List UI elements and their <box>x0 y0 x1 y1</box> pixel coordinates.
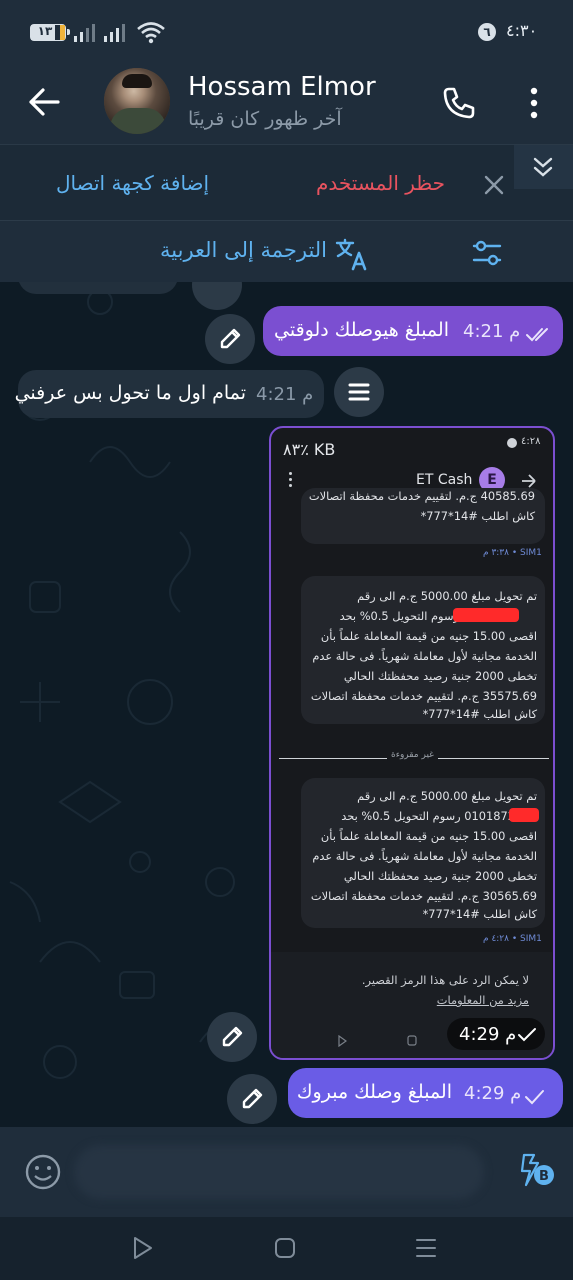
message-bubble-partial <box>18 282 178 294</box>
phone-icon[interactable] <box>442 86 476 120</box>
message-menu-button[interactable] <box>334 367 384 417</box>
emoji-icon[interactable] <box>24 1153 62 1191</box>
sms-line: الخدمة مجانية لأول معاملة شهرياً. فى حال… <box>312 849 537 863</box>
sms-line: كاش اطلب #14*777* <box>420 509 535 523</box>
sms-line: كاش اطلب #14*777* <box>422 707 537 721</box>
chevron-double-down-icon <box>533 157 553 177</box>
pencil-icon <box>222 1026 243 1047</box>
shot-nav-back-icon <box>338 1035 347 1047</box>
shot-status-time: ٤:٢٨ <box>521 436 541 447</box>
message-bubble-outgoing[interactable]: المبلغ وصلك مبروك 4:29 م <box>288 1068 563 1118</box>
sms-line: كاش اطلب #14*777* <box>422 907 537 921</box>
sms-line: تخطى 2000 جنية رصيد محفظتك الحالي <box>343 869 537 883</box>
message-text: تمام اول ما تحول بس عرفني <box>14 382 246 404</box>
translate-label[interactable]: الترجمة إلى العربية <box>160 238 327 262</box>
recents-icon[interactable] <box>414 1236 438 1260</box>
sms-line: اقصى 15.00 جنيه من قيمة المعاملة علماً ب… <box>320 629 537 643</box>
wifi-icon <box>137 22 165 44</box>
menu-lines-icon <box>348 383 370 401</box>
image-time-pill: 4:29 م <box>447 1018 545 1050</box>
shot-sms-card: تم تحويل مبلغ 5000.00 ج.م الى رقم 010187… <box>301 778 545 928</box>
avatar[interactable] <box>104 68 170 134</box>
sms-line: 0101872 رسوم التحويل 0.5% بحد <box>341 809 515 823</box>
close-icon[interactable] <box>484 175 504 195</box>
shot-footer-link: مزيد من المعلومات <box>436 993 529 1007</box>
shot-status-dot <box>507 438 517 448</box>
last-seen-status: آخر ظهور كان قريبًا <box>188 108 342 130</box>
shot-sms-card: تم تحويل مبلغ 5000.00 ج.م الى رقم رسوم ا… <box>301 576 545 724</box>
sms-line: تم تحويل مبلغ 5000.00 ج.م الى رقم <box>357 789 537 803</box>
more-vertical-icon[interactable] <box>527 86 541 120</box>
pencil-icon <box>242 1088 263 1109</box>
translate-icon <box>335 238 367 271</box>
sms-line: تم تحويل مبلغ 5000.00 ج.م الى رقم <box>357 589 537 603</box>
home-square-icon[interactable] <box>273 1236 297 1260</box>
shot-sms-card-top: 40585.69 ج.م. لتقييم خدمات محفظة اتصالات… <box>301 488 545 544</box>
bot-icon[interactable]: B <box>516 1149 558 1191</box>
shot-nav-home-icon <box>407 1035 417 1046</box>
check-icon <box>518 1028 536 1042</box>
redaction <box>453 608 519 622</box>
translate-bar[interactable]: الترجمة إلى العربية <box>0 220 573 283</box>
system-nav-bar <box>0 1217 573 1280</box>
clock: ٤:٣٠ <box>506 21 538 40</box>
message-time: 4:21 م <box>256 384 314 405</box>
sms-line: رسوم التحويل 0.5% بحد <box>339 609 459 623</box>
battery-icon: ١٣ <box>30 24 70 41</box>
message-time: 4:21 م <box>463 321 521 342</box>
sms-line: الخدمة مجانية لأول معاملة شهرياً. فى حال… <box>312 649 537 663</box>
collapse-button[interactable] <box>514 145 573 189</box>
check-icon <box>525 1090 544 1105</box>
message-input-bar: B <box>0 1127 573 1217</box>
message-time: 4:29 م <box>464 1083 522 1104</box>
shot-status-left: ٨٣٪ KB <box>283 440 336 459</box>
edit-button[interactable] <box>227 1074 277 1124</box>
sms-line: اقصى 15.00 جنيه من قيمة المعاملة علماً ب… <box>320 829 537 843</box>
shot-more-icon <box>289 472 293 488</box>
sms-line: تخطى 2000 جنية رصيد محفظتك الحالي <box>343 669 537 683</box>
pencil-icon <box>220 328 241 349</box>
shot-sim-label: ٣:٣٨ م • SIM1 <box>483 548 542 558</box>
svg-text:B: B <box>539 1169 549 1184</box>
shot-footer-text: لا يمكن الرد على هذا الرمز القصير. <box>361 973 529 987</box>
shot-sim-label: ٤:٢٨ م • SIM1 <box>483 934 542 944</box>
signal-icon <box>74 24 125 42</box>
contact-action-bar: إضافة كجهة اتصال حظر المستخدم <box>0 144 573 221</box>
image-time: 4:29 م <box>459 1024 517 1045</box>
chat-header: Hossam Elmor آخر ظهور كان قريبًا <box>0 62 573 144</box>
block-user-button[interactable]: حظر المستخدم <box>316 171 445 195</box>
message-bubble-incoming[interactable]: تمام اول ما تحول بس عرفني 4:21 م <box>14 370 324 418</box>
back-triangle-icon[interactable] <box>132 1236 154 1260</box>
double-check-icon <box>526 328 548 342</box>
status-bar: ١٣ ٦ ٤:٣٠ <box>0 0 573 62</box>
back-arrow-icon[interactable] <box>28 88 60 116</box>
battery-level: ١٣ <box>37 24 53 38</box>
message-text: المبلغ وصلك مبروك <box>296 1081 452 1103</box>
settings-sliders-icon[interactable] <box>472 239 502 267</box>
unread-divider-label: غير مقروءة <box>387 750 438 760</box>
sms-line: 40585.69 ج.م. لتقييم خدمات محفظة اتصالات <box>308 489 535 503</box>
message-bubble-outgoing[interactable]: المبلغ هيوصلك دلوقتي 4:21 م <box>263 306 563 356</box>
image-message[interactable]: ٨٣٪ KB ٤:٢٨ ET Cash E 40585.69 ج.م. لتقي… <box>269 426 555 1060</box>
contact-name[interactable]: Hossam Elmor <box>188 72 376 102</box>
redaction <box>509 808 539 822</box>
sms-line: 30565.69 ج.م. لتقييم خدمات محفظة اتصالات <box>310 889 537 903</box>
notification-badge: ٦ <box>478 23 496 41</box>
message-input-field[interactable] <box>74 1145 484 1199</box>
sms-line: 35575.69 ج.م. لتقييم خدمات محفظة اتصالات <box>310 689 537 703</box>
edit-image-button[interactable] <box>207 1012 257 1062</box>
add-contact-button[interactable]: إضافة كجهة اتصال <box>56 171 209 195</box>
message-text: المبلغ هيوصلك دلوقتي <box>274 319 449 341</box>
edit-button[interactable] <box>205 314 255 364</box>
